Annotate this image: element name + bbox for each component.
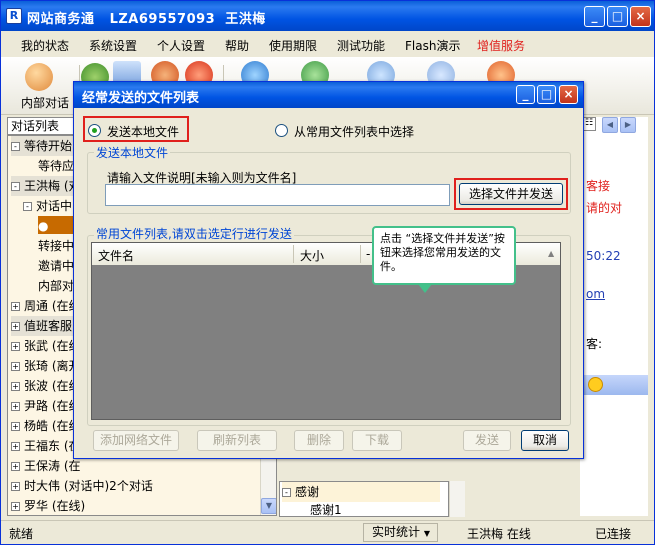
tree-item-wangfudong[interactable]: + 王福东 (在	[11, 436, 81, 456]
internal-chat-label[interactable]: 内部对话	[21, 94, 69, 111]
quick-reply-group[interactable]: - 感谢	[282, 482, 440, 502]
tab-next-icon[interactable]: ▶	[620, 117, 636, 133]
chat-snippet-1: 客接	[586, 179, 611, 193]
tree-group-wanghongmei[interactable]: - 王洪梅 (对	[11, 176, 81, 196]
chat-snippet-2: 请的对	[586, 201, 623, 215]
help-callout: 点击 “选择文件并发送”按钮来选择您常用发送的文件。	[372, 226, 516, 285]
tab-prev-icon[interactable]: ◀	[602, 117, 618, 133]
file-description-input[interactable]	[105, 184, 450, 206]
radio-local-file-label[interactable]: 发送本地文件	[107, 123, 179, 140]
status-connected: 已连接	[595, 527, 632, 541]
menu-expiry[interactable]: 使用期限	[269, 37, 317, 54]
smiley-icon[interactable]	[588, 377, 603, 392]
download-button[interactable]: 下载	[352, 430, 402, 451]
chat-content-area: ☷ ◀ ▶ 客接 请的对 50:22 om 客:	[580, 117, 648, 516]
tree-group-waiting[interactable]: - 等待开始	[11, 136, 81, 156]
chat-link[interactable]: om	[586, 287, 605, 301]
tree-item-zhangbo[interactable]: + 张波 (在线	[11, 376, 81, 396]
window-title: 网站商务通 LZA69557093 王洪梅	[27, 12, 266, 27]
quick-reply-tree: - 感谢 感谢1	[279, 481, 449, 517]
dialog-titlebar[interactable]: 经常发送的文件列表 _ □ ×	[74, 82, 583, 108]
main-titlebar[interactable]: R 网站商务通 LZA69557093 王洪梅 _ □ ×	[1, 1, 654, 31]
tree-group-duty[interactable]: + 值班客服	[11, 316, 81, 336]
tree-item-zhangqi[interactable]: + 张琦 (离开	[11, 356, 81, 376]
tree-item-zhangwu[interactable]: + 张武 (在线	[11, 336, 81, 356]
tree-item-wangbaotao[interactable]: + 王保涛 (在	[11, 456, 81, 476]
menu-system-settings[interactable]: 系统设置	[89, 37, 137, 54]
tree-item-yanghao[interactable]: + 杨皓 (在线	[11, 416, 81, 436]
sort-arrow-icon: ▲	[548, 249, 555, 258]
radio-common-list[interactable]	[275, 124, 288, 137]
file-list-group-label: 常用文件列表,请双击选定行进行发送	[94, 225, 294, 242]
menu-value-added[interactable]: 增值服务	[477, 37, 525, 54]
status-user: 王洪梅 在线	[467, 527, 531, 541]
tree-item-yinlu[interactable]: + 尹路 (在线	[11, 396, 81, 416]
refresh-list-button[interactable]: 刷新列表	[197, 430, 277, 451]
maximize-button[interactable]: □	[607, 6, 628, 27]
menu-my-status[interactable]: 我的状态	[21, 37, 69, 54]
menu-personal-settings[interactable]: 个人设置	[157, 37, 205, 54]
dialog-maximize-button[interactable]: □	[537, 85, 556, 104]
status-bar: 就绪 实时统计 ▼ 王洪梅 在线 已连接	[1, 520, 654, 544]
tree-item-selected[interactable]: ●	[38, 216, 78, 234]
tree-item-internal[interactable]: 内部对	[38, 276, 74, 296]
menu-flash-demo[interactable]: Flash演示	[405, 37, 460, 54]
add-network-file-button[interactable]: 添加网络文件	[93, 430, 179, 451]
callout-pointer	[418, 284, 432, 293]
internal-chat-icon[interactable]	[25, 63, 53, 91]
menu-help[interactable]: 帮助	[225, 37, 249, 54]
tree-item-zhoutong[interactable]: + 周通 (在线	[11, 296, 81, 316]
quick-reply-item[interactable]: 感谢1	[310, 500, 342, 520]
column-divider	[293, 245, 294, 263]
tree-item-transferring[interactable]: 转接中	[38, 236, 74, 256]
tab-icon[interactable]: ☷	[582, 117, 596, 131]
close-button[interactable]: ×	[630, 6, 651, 27]
user-icon: ●	[38, 219, 49, 233]
tree-item-luohua[interactable]: + 罗华 (在线)	[11, 496, 85, 515]
scroll-down-icon[interactable]: ▼	[261, 498, 276, 514]
column-filename[interactable]: 文件名	[98, 247, 134, 264]
minimize-button[interactable]: _	[584, 6, 605, 27]
emoji-bar	[580, 375, 648, 395]
delete-button[interactable]: 删除	[294, 430, 344, 451]
column-divider	[360, 245, 361, 263]
radio-common-list-label[interactable]: 从常用文件列表中选择	[294, 123, 414, 140]
realtime-stats-dropdown[interactable]: 实时统计 ▼	[363, 523, 438, 542]
choose-file-send-button[interactable]: 选择文件并发送	[459, 183, 563, 205]
chevron-down-icon: ▼	[423, 529, 430, 538]
status-ready: 就绪	[9, 527, 34, 541]
send-button[interactable]: 发送	[463, 430, 511, 451]
dialog-close-button[interactable]: ×	[559, 85, 578, 104]
local-file-group-label: 发送本地文件	[94, 144, 171, 161]
tree-item-inviting[interactable]: 邀请中	[38, 256, 74, 276]
menu-test[interactable]: 测试功能	[337, 37, 385, 54]
dialog-minimize-button[interactable]: _	[516, 85, 535, 104]
chat-time: 50:22	[586, 249, 621, 263]
radio-local-file[interactable]	[88, 124, 101, 137]
dialog-title: 经常发送的文件列表	[82, 91, 200, 106]
tree-item-waiting-answer[interactable]: 等待应	[38, 156, 74, 176]
tree-item-shidawei[interactable]: + 时大伟 (对话中)2个对话	[11, 476, 153, 496]
visitor-label: 客:	[586, 337, 603, 351]
app-logo-icon: R	[6, 8, 22, 24]
column-extra[interactable]: -	[366, 247, 370, 261]
help-callout-text: 点击 “选择文件并发送”按钮来选择您常用发送的文件。	[380, 232, 505, 273]
chat-list-header: 对话列表	[7, 117, 75, 135]
quick-reply-scrollbar[interactable]	[449, 481, 465, 517]
cancel-button[interactable]: 取消	[521, 430, 569, 451]
menu-bar: 我的状态 系统设置 个人设置 帮助 使用期限 测试功能 Flash演示 增值服务	[1, 31, 654, 57]
column-size[interactable]: 大小	[300, 247, 324, 264]
tree-item-in-chat[interactable]: - 对话中	[23, 196, 72, 216]
